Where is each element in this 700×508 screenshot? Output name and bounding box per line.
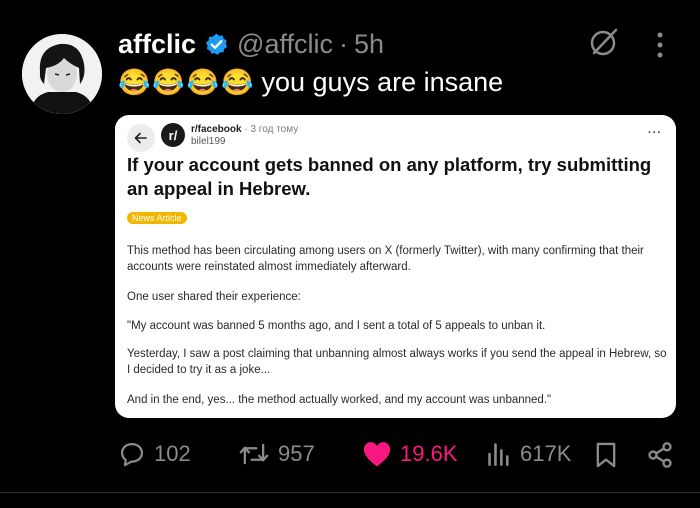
tweet-body: you guys are insane <box>261 66 504 97</box>
tweet-text: 😂 😂 😂 😂 you guys are insane <box>118 64 503 100</box>
separator-dot: · <box>338 28 348 59</box>
heart-icon <box>363 442 391 467</box>
avatar[interactable] <box>22 34 102 114</box>
post-paragraph: One user shared their experience: <box>127 291 301 303</box>
like-button[interactable]: 19.6K <box>362 439 458 469</box>
more-vertical-icon[interactable] <box>652 30 668 60</box>
subreddit-icon: r/ <box>161 123 185 147</box>
timestamp[interactable]: 5h <box>354 29 384 60</box>
post-paragraph: And in the end, yes... the method actual… <box>127 394 552 406</box>
post-flair: News Article <box>127 212 187 224</box>
post-more-icon[interactable]: ··· <box>648 127 662 139</box>
repost-icon <box>239 443 269 465</box>
subreddit-name[interactable]: r/facebook <box>191 124 242 135</box>
laughing-emoji: 😂 <box>221 67 254 97</box>
back-button[interactable] <box>127 124 155 152</box>
reply-button[interactable]: 102 <box>118 439 191 469</box>
post-author[interactable]: bilel199 <box>191 136 225 147</box>
repost-count: 957 <box>278 441 315 466</box>
laughing-emoji: 😂 <box>118 67 151 97</box>
bookmark-icon[interactable] <box>594 441 618 469</box>
views-button[interactable]: 617K <box>486 439 571 469</box>
laughing-emoji: 😂 <box>152 67 185 97</box>
post-paragraph: This method has been circulating among u… <box>127 245 644 273</box>
verified-badge-icon <box>205 33 228 55</box>
view-count: 617K <box>520 441 572 466</box>
avatar-image <box>22 34 102 114</box>
reply-icon <box>120 442 144 467</box>
grok-icon[interactable] <box>588 26 620 58</box>
views-icon <box>488 443 509 466</box>
tweet-header: affclic @affclic · 5h <box>118 26 384 62</box>
like-count: 19.6K <box>400 441 458 466</box>
handle[interactable]: @affclic <box>237 29 333 60</box>
share-icon[interactable] <box>646 441 674 469</box>
repost-button[interactable]: 957 <box>238 439 315 469</box>
reply-count: 102 <box>154 441 191 466</box>
laughing-emoji: 😂 <box>186 67 220 97</box>
post-paragraph: "My account was banned 5 months ago, and… <box>127 320 546 332</box>
display-name[interactable]: affclic <box>118 29 196 60</box>
divider <box>0 492 700 493</box>
post-paragraph: Yesterday, I saw a post claiming that un… <box>127 348 667 376</box>
tweet-action-bar: 102 957 19.6K 617K <box>0 433 700 477</box>
post-title: If your account gets banned on any platf… <box>127 154 652 199</box>
back-arrow-icon <box>134 132 147 144</box>
post-time: · 3 год тому <box>244 124 299 135</box>
subreddit-line: r/facebook · 3 год тому <box>191 124 298 135</box>
embedded-post-image[interactable]: r/ r/facebook · 3 год тому bilel199 ··· … <box>115 115 676 418</box>
